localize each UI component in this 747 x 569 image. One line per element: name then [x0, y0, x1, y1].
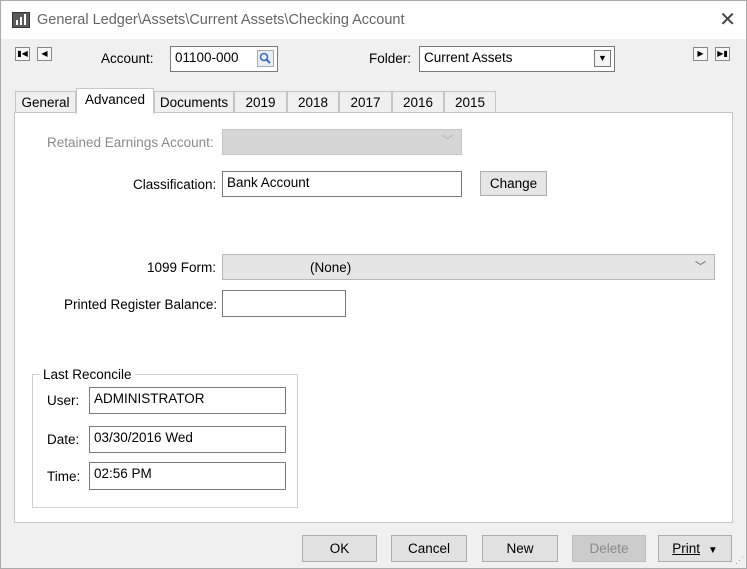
date-value: 03/30/2016 Wed — [94, 430, 193, 445]
folder-value: Current Assets — [424, 50, 513, 65]
printed-balance-label: Printed Register Balance: — [64, 297, 218, 312]
time-value: 02:56 PM — [94, 466, 152, 481]
printed-balance-input[interactable] — [222, 290, 346, 317]
folder-select[interactable]: Current Assets — [419, 46, 615, 72]
time-label: Time: — [47, 469, 81, 484]
form-1099-value: (None) — [310, 260, 352, 275]
new-button[interactable]: New — [482, 535, 558, 562]
tab-2019[interactable]: 2019 — [234, 91, 287, 113]
date-field: 03/30/2016 Wed — [89, 426, 286, 453]
form-1099-select[interactable]: (None) ﹀ — [222, 254, 715, 280]
tab-2017[interactable]: 2017 — [339, 91, 392, 113]
retained-earnings-label: Retained Earnings Account: — [47, 135, 214, 150]
account-label: Account: — [101, 51, 154, 66]
tab-advanced[interactable]: Advanced — [76, 88, 154, 114]
tab-general[interactable]: General — [15, 91, 76, 113]
print-dropdown-icon: ▼ — [707, 545, 718, 556]
app-chart-icon — [12, 12, 30, 28]
ok-button[interactable]: OK — [302, 535, 377, 562]
print-button[interactable]: Print ▼ — [658, 535, 732, 562]
date-label: Date: — [47, 432, 80, 447]
next-record-icon[interactable]: ▶ — [693, 47, 708, 61]
close-icon[interactable]: ✕ — [719, 10, 736, 30]
classification-label: Classification: — [133, 177, 217, 192]
resize-gripper-icon[interactable]: ⋰ — [735, 555, 744, 566]
last-record-icon[interactable]: ▶▮ — [715, 47, 730, 61]
user-value: ADMINISTRATOR — [94, 391, 205, 406]
dialog-window: General Ledger\Assets\Current Assets\Che… — [0, 0, 747, 569]
title-bar: General Ledger\Assets\Current Assets\Che… — [1, 1, 746, 39]
account-value: 01100-000 — [175, 50, 239, 65]
classification-value: Bank Account — [227, 175, 310, 190]
tab-2015[interactable]: 2015 — [444, 91, 496, 113]
time-field: 02:56 PM — [89, 462, 286, 490]
change-button[interactable]: Change — [480, 171, 547, 196]
print-label: Print — [672, 541, 701, 556]
user-label: User: — [47, 393, 80, 408]
retained-chevron-down-icon: ﹀ — [442, 135, 453, 147]
form-1099-label: 1099 Form: — [147, 260, 217, 275]
delete-button: Delete — [572, 535, 646, 562]
user-field: ADMINISTRATOR — [89, 387, 286, 414]
search-icon[interactable] — [257, 50, 274, 67]
tab-documents[interactable]: Documents — [154, 91, 234, 113]
window-title: General Ledger\Assets\Current Assets\Che… — [37, 12, 405, 28]
cancel-button[interactable]: Cancel — [391, 535, 467, 562]
form-1099-chevron-down-icon[interactable]: ﹀ — [695, 258, 706, 274]
retained-earnings-select: ﹀ — [222, 129, 462, 155]
tab-2016[interactable]: 2016 — [392, 91, 444, 113]
classification-field: Bank Account — [222, 171, 462, 197]
folder-label: Folder: — [369, 51, 412, 66]
first-record-icon[interactable]: ▮◀ — [15, 47, 30, 61]
previous-record-icon[interactable]: ◀ — [37, 47, 52, 61]
last-reconcile-title: Last Reconcile — [40, 367, 135, 382]
tab-2018[interactable]: 2018 — [287, 91, 339, 113]
folder-chevron-down-icon[interactable]: ▼ — [594, 50, 611, 67]
